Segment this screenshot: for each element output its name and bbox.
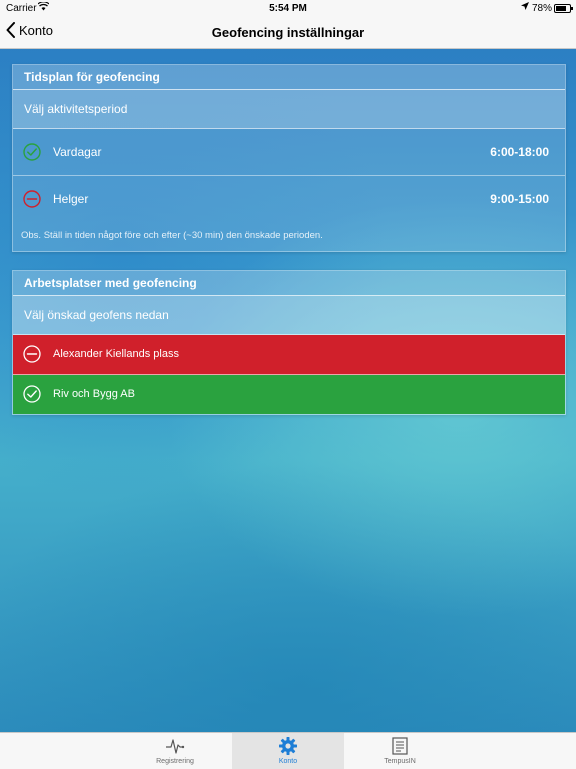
schedule-row-label: Helger: [53, 192, 89, 206]
tab-bar: Registrering Konto TempusIN: [0, 732, 576, 769]
geofence-item-label: Riv och Bygg AB: [53, 388, 135, 400]
tab-label: TempusIN: [384, 758, 416, 765]
schedule-row-vardagar[interactable]: Vardagar 6:00-18:00: [13, 129, 565, 176]
schedule-note: Obs. Ställ in tiden något före och efter…: [21, 230, 323, 241]
geofence-item-alexander-kiellands-plass[interactable]: Alexander Kiellands plass: [13, 335, 565, 375]
tab-label: Konto: [278, 758, 298, 765]
schedule-row-helger[interactable]: Helger 9:00-15:00: [13, 176, 565, 222]
pulse-icon: [166, 739, 185, 754]
tab-label: Registrering: [156, 758, 194, 765]
schedule-row-time: 6:00-18:00: [490, 145, 549, 159]
document-icon: [392, 737, 408, 755]
battery-percent: 78%: [532, 3, 553, 14]
gear-icon: [279, 737, 297, 755]
schedule-header: Tidsplan för geofencing: [13, 65, 565, 90]
geofence-item-label: Alexander Kiellands plass: [53, 348, 179, 360]
workplaces-subheader: Välj önskad geofens nedan: [13, 296, 565, 335]
schedule-row-label: Vardagar: [53, 145, 102, 159]
minus-circle-icon: [23, 345, 41, 363]
tab-konto[interactable]: Konto: [232, 733, 344, 769]
minus-circle-icon: [23, 190, 41, 208]
status-time: 5:54 PM: [269, 3, 307, 14]
battery-icon: [554, 4, 573, 13]
status-bar: Carrier 5:54 PM 78%: [0, 0, 576, 16]
geofence-item-riv-och-bygg-ab[interactable]: Riv och Bygg AB: [13, 375, 565, 414]
schedule-row-time: 9:00-15:00: [490, 192, 549, 206]
tab-tempusin[interactable]: TempusIN: [344, 733, 456, 769]
schedule-subheader: Välj aktivitetsperiod: [13, 90, 565, 129]
location-arrow-icon: [521, 2, 529, 12]
check-circle-icon: [23, 385, 41, 403]
page-title: Geofencing inställningar: [211, 25, 365, 40]
tab-registrering[interactable]: Registrering: [119, 733, 231, 769]
schedule-panel: Tidsplan för geofencing Välj aktivitetsp…: [12, 64, 566, 252]
workplaces-header: Arbetsplatser med geofencing: [13, 271, 565, 296]
check-circle-icon: [23, 143, 41, 161]
workplaces-panel: Arbetsplatser med geofencing Välj önskad…: [12, 270, 566, 415]
navigation-bar: Konto Geofencing inställningar: [0, 16, 576, 49]
